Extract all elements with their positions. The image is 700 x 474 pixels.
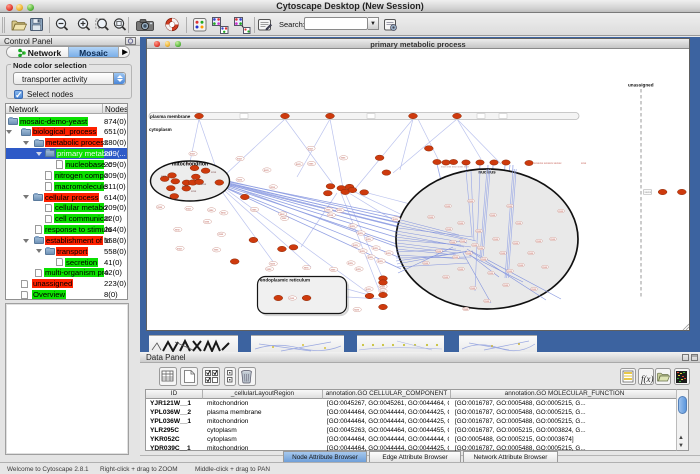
svg-text:xxxx: xxxx <box>366 288 372 291</box>
svg-text:xxxx: xxxx <box>360 250 366 253</box>
svg-text:xxxx: xxxx <box>481 258 487 261</box>
svg-text:xxxx: xxxx <box>373 247 379 250</box>
svg-text:xxxx: xxxx <box>490 214 496 217</box>
svg-text:xxxx: xxxx <box>488 272 494 275</box>
svg-text:xxxx: xxxx <box>378 260 384 263</box>
svg-text:xxxx xxxx xxxx xxxxx xxxx: xxxx xxxx xxxx xxxxx xxxx <box>441 166 470 169</box>
svg-text:xxxx: xxxx <box>191 190 197 193</box>
svg-text:xxxx: xxxx <box>450 241 456 244</box>
svg-text:xxxx: xxxx <box>173 198 179 201</box>
svg-text:xxxx: xxxx <box>309 163 315 166</box>
svg-text:xxxx: xxxx <box>209 209 215 212</box>
svg-text:xxxx: xxxx <box>201 183 207 186</box>
svg-text:xxxx: xxxx <box>542 266 548 269</box>
svg-text:xxxx: xxxx <box>186 207 192 210</box>
svg-text:xxxx: xxxx <box>270 186 276 189</box>
svg-text:xxxx: xxxx <box>190 153 196 156</box>
svg-text:xxxx: xxxx <box>267 268 273 271</box>
svg-text:xxxx: xxxx <box>308 147 314 150</box>
svg-text:xxxx: xxxx <box>366 238 372 241</box>
svg-text:xxxx: xxxx <box>211 171 217 174</box>
svg-text:xxxx: xxxx <box>423 262 429 265</box>
svg-text:xxxx: xxxx <box>468 200 474 203</box>
svg-text:xxxx: xxxx <box>528 252 534 255</box>
svg-text:xxxxxxx xxxxxxx xxxxxx: xxxxxxx xxxxxxx xxxxxx <box>534 162 562 165</box>
svg-text:xxxx: xxxx <box>453 256 459 259</box>
svg-text:xxxx: xxxx <box>518 264 524 267</box>
svg-text:xxxx: xxxx <box>386 252 392 255</box>
svg-text:xxxx: xxxx <box>221 212 227 215</box>
svg-text:xxxx: xxxx <box>380 285 386 288</box>
svg-text:xxxx: xxxx <box>177 247 183 250</box>
svg-text:xxxx: xxxx <box>476 230 482 233</box>
svg-text:xxxx: xxxx <box>237 179 243 182</box>
svg-text:xxxx: xxxx <box>478 247 484 250</box>
svg-text:xxxx: xxxx <box>341 157 347 160</box>
svg-text:xxxx: xxxx <box>507 270 513 273</box>
svg-text:xxxx: xxxx <box>354 309 360 312</box>
svg-text:xxxxx: xxxxx <box>645 191 652 194</box>
svg-text:f(x): f(x) <box>641 374 654 384</box>
svg-text:xxxx: xxxx <box>337 209 343 212</box>
svg-text:xxxx: xxxx <box>214 249 220 252</box>
svg-text:xxxx: xxxx <box>289 297 295 300</box>
svg-text:xxxx: xxxx <box>507 205 513 208</box>
svg-text:xxxx: xxxx <box>252 208 258 211</box>
svg-text:xxxx: xxxx <box>326 209 332 212</box>
svg-text:xxxx: xxxx <box>531 288 537 291</box>
svg-text:xxxx: xxxx <box>175 228 181 231</box>
svg-text:xxxx: xxxx <box>558 210 564 213</box>
svg-text:xxxx: xxxx <box>513 242 519 245</box>
svg-text:xxxx: xxxx <box>536 240 542 243</box>
svg-text:endoplasmic reticulum: endoplasmic reticulum <box>260 278 310 283</box>
svg-text:xxxx: xxxx <box>458 222 464 225</box>
svg-text:xxxx: xxxx <box>350 225 356 228</box>
svg-text:xxxx: xxxx <box>393 218 399 221</box>
svg-text:xxxx: xxxx <box>581 162 587 165</box>
svg-text:xxxx: xxxx <box>280 213 286 216</box>
svg-text:xxxx: xxxx <box>331 268 337 271</box>
svg-text:xxxx: xxxx <box>484 300 490 303</box>
svg-text:xxxx: xxxx <box>458 268 464 271</box>
svg-text:xxxx: xxxx <box>428 216 434 219</box>
svg-text:xxxx: xxxx <box>470 287 476 290</box>
svg-text:xxxx: xxxx <box>218 233 224 236</box>
svg-text:xxxx: xxxx <box>472 244 478 247</box>
svg-text:xxxx: xxxx <box>436 250 442 253</box>
svg-text:xxxx: xxxx <box>348 262 354 265</box>
svg-text:unassigned: unassigned <box>628 83 654 88</box>
svg-text:xxxx: xxxx <box>237 158 243 161</box>
svg-text:xxxx: xxxx <box>516 222 522 225</box>
svg-text:nucleus: nucleus <box>478 170 496 175</box>
svg-text:xxxx: xxxx <box>446 228 452 231</box>
svg-text:xxxx: xxxx <box>161 175 167 178</box>
svg-text:xxxx: xxxx <box>503 284 509 287</box>
svg-text:xxxx: xxxx <box>460 240 466 243</box>
svg-text:xxxx: xxxx <box>550 238 556 241</box>
svg-text:xxxx: xxxx <box>182 185 188 188</box>
svg-text:xxxx: xxxx <box>328 214 334 217</box>
svg-text:plasma membrane: plasma membrane <box>150 114 191 119</box>
svg-text:xxxx: xxxx <box>445 205 451 208</box>
svg-text:xxxx: xxxx <box>157 206 163 209</box>
svg-text:xxxx: xxxx <box>368 256 374 259</box>
svg-text:xxxx: xxxx <box>358 232 364 235</box>
svg-text:xxxx: xxxx <box>466 252 472 255</box>
svg-text:xxxx: xxxx <box>270 263 276 266</box>
svg-text:xxxx: xxxx <box>304 267 310 270</box>
svg-text:xxxx: xxxx <box>353 244 359 247</box>
svg-text:xxxx: xxxx <box>187 163 193 166</box>
svg-text:xxxx: xxxx <box>264 169 270 172</box>
svg-text:xxxx: xxxx <box>356 268 362 271</box>
svg-text:xxxx: xxxx <box>493 238 499 241</box>
svg-text:xxxx: xxxx <box>204 221 210 224</box>
svg-text:cytoplasm: cytoplasm <box>149 127 172 132</box>
svg-text:xxxx: xxxx <box>443 276 449 279</box>
svg-text:xxxx: xxxx <box>282 217 288 220</box>
svg-text:xxxx: xxxx <box>463 308 469 311</box>
svg-text:xxxx: xxxx <box>296 163 302 166</box>
svg-text:xxxx: xxxx <box>500 252 506 255</box>
